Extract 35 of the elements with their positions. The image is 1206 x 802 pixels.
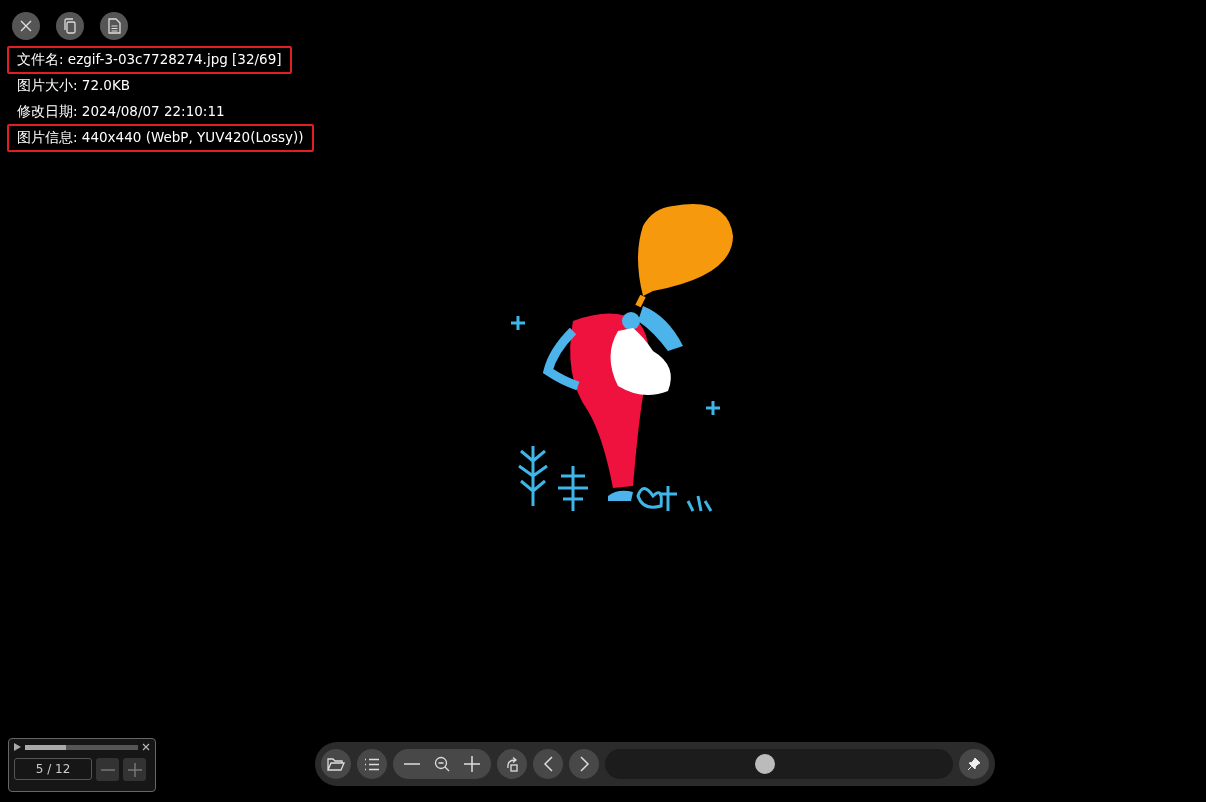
copy-button[interactable] bbox=[56, 12, 84, 40]
frame-counter-field[interactable]: 5 / 12 bbox=[14, 758, 92, 780]
plus-icon bbox=[464, 756, 480, 772]
open-folder-button[interactable] bbox=[321, 749, 351, 779]
close-button[interactable] bbox=[12, 12, 40, 40]
minus-icon bbox=[404, 763, 420, 765]
chevron-right-icon bbox=[579, 756, 589, 772]
play-icon[interactable] bbox=[14, 743, 21, 751]
rotate-button[interactable] bbox=[497, 749, 527, 779]
next-frame-button[interactable] bbox=[123, 758, 146, 781]
info-text: 图片大小: 72.0KB bbox=[16, 76, 131, 95]
plus-icon bbox=[127, 762, 142, 777]
close-icon bbox=[19, 19, 33, 33]
copy-icon bbox=[63, 18, 77, 34]
zoom-slider[interactable] bbox=[605, 749, 953, 779]
search-icon bbox=[434, 756, 450, 772]
document-icon bbox=[107, 18, 121, 34]
slider-thumb[interactable] bbox=[755, 754, 776, 774]
chevron-left-icon bbox=[543, 756, 553, 772]
rotate-icon bbox=[504, 756, 520, 772]
list-button[interactable] bbox=[357, 749, 387, 779]
pin-icon bbox=[967, 757, 981, 771]
close-icon[interactable] bbox=[142, 743, 150, 751]
document-button[interactable] bbox=[100, 12, 128, 40]
info-text: 图片信息: 440x440 (WebP, YUV420(Lossy)) bbox=[7, 124, 314, 152]
list-icon bbox=[364, 757, 380, 771]
playback-slider[interactable] bbox=[25, 744, 138, 750]
info-text: 文件名: ezgif-3-03c7728274.jpg [32/69] bbox=[7, 46, 292, 74]
next-button[interactable] bbox=[569, 749, 599, 779]
folder-icon bbox=[327, 756, 345, 772]
previous-button[interactable] bbox=[533, 749, 563, 779]
minus-icon bbox=[100, 768, 115, 771]
previous-frame-button[interactable] bbox=[96, 758, 119, 781]
pin-button[interactable] bbox=[959, 749, 989, 779]
info-text: 修改日期: 2024/08/07 22:10:11 bbox=[16, 102, 226, 121]
